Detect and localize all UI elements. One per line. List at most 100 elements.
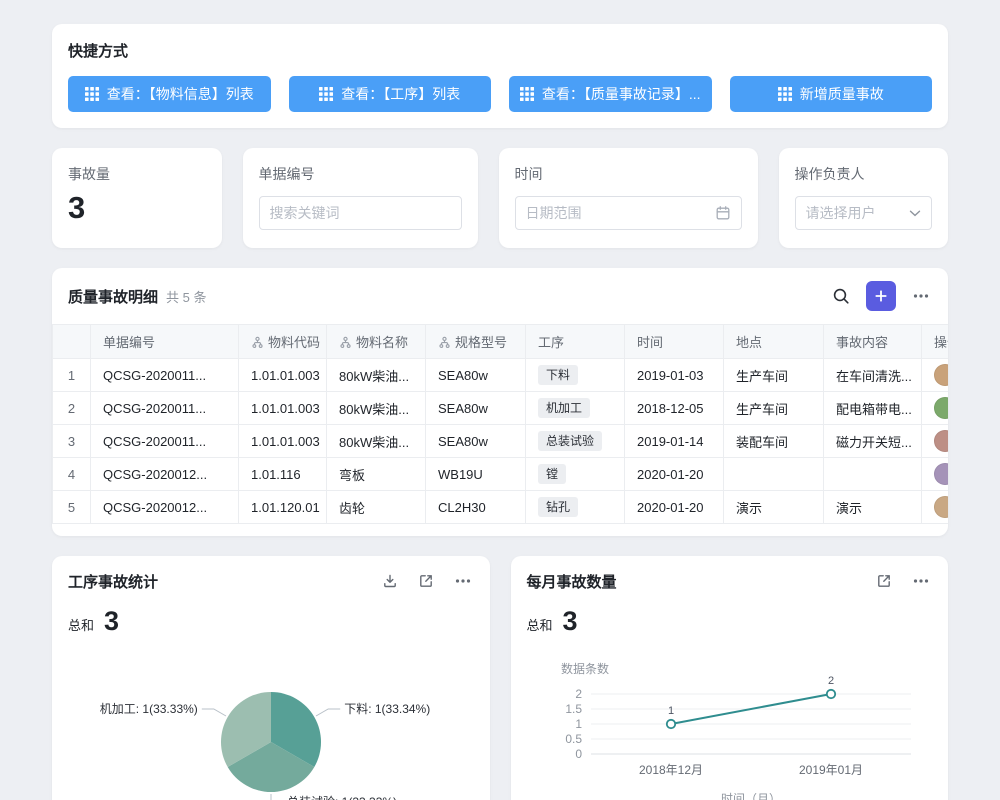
table-row[interactable]: 3QCSG-2020011...1.01.01.00380kW柴油...SEA8… xyxy=(53,425,949,458)
export-button[interactable] xyxy=(380,571,400,591)
data-point[interactable] xyxy=(826,690,834,698)
line-more-button[interactable] xyxy=(910,570,932,592)
process-cell: 镗 xyxy=(526,458,625,491)
series-name-label: 数据条数 xyxy=(561,661,609,676)
y-tick-label: 2 xyxy=(575,687,582,701)
doc-no-cell: QCSG-2020011... xyxy=(91,425,239,458)
process-tag: 总装试验 xyxy=(538,431,602,451)
avatar xyxy=(934,364,948,386)
row-index-cell: 1 xyxy=(53,359,91,392)
table-row[interactable]: 4QCSG-2020012...1.01.116弯板WB19U镗2020-01-… xyxy=(53,458,949,491)
row-index-cell: 4 xyxy=(53,458,91,491)
avatar xyxy=(934,463,948,485)
pie-label: 总装试验: 1(33.33%) xyxy=(287,794,397,800)
table-row[interactable]: 5QCSG-2020012...1.01.120.01齿轮CL2H30钻孔202… xyxy=(53,491,949,524)
shortcut-button-label: 新增质量事故 xyxy=(800,84,884,104)
data-point[interactable] xyxy=(666,720,674,728)
data-point-value: 2 xyxy=(827,675,833,687)
open-fullscreen-button[interactable] xyxy=(874,571,894,591)
search-button[interactable] xyxy=(830,285,852,307)
material-code-cell: 1.01.120.01 xyxy=(239,491,327,524)
shortcut-buttons: 查看：【物料信息】列表 查看：【工序】列表查看：【质量事故记录】... 新增质量事故 xyxy=(68,76,932,112)
line-card-title: 每月事故数量 xyxy=(527,571,617,592)
time-label: 时间 xyxy=(515,164,742,184)
search-icon xyxy=(832,287,850,305)
doc-no-cell: QCSG-2020011... xyxy=(91,392,239,425)
calendar-icon xyxy=(715,205,731,221)
table-more-button[interactable] xyxy=(910,285,932,307)
column-header-4: 规格型号 xyxy=(426,325,526,359)
pie-card-actions xyxy=(380,570,474,592)
process-cell: 钻孔 xyxy=(526,491,625,524)
doc-no-search-field[interactable] xyxy=(259,196,462,230)
doc-no-search-input[interactable] xyxy=(270,205,451,221)
more-dots-icon xyxy=(912,572,930,590)
date-range-field[interactable] xyxy=(515,196,742,230)
data-point-value: 1 xyxy=(667,705,673,717)
table-header-bar: 质量事故明细 共 5 条 xyxy=(52,268,948,324)
shortcut-button-3[interactable]: 新增质量事故 xyxy=(730,76,933,112)
date-range-input[interactable] xyxy=(526,205,707,221)
column-header-label: 工序 xyxy=(538,335,564,350)
date-cell: 2018-12-05 xyxy=(625,392,724,425)
table-actions xyxy=(830,281,932,311)
column-header-label: 物料名称 xyxy=(356,335,408,350)
operator-cell xyxy=(922,491,949,524)
accident-count-card: 事故量 3 xyxy=(52,148,222,248)
process-cell: 机加工 xyxy=(526,392,625,425)
spec-cell: SEA80w xyxy=(426,359,526,392)
add-record-button[interactable] xyxy=(866,281,896,311)
line-card-header: 每月事故数量 xyxy=(527,570,933,592)
shortcut-button-2[interactable]: 查看：【质量事故记录】... xyxy=(509,76,712,112)
pie-card-header: 工序事故统计 xyxy=(68,570,474,592)
date-cell: 2020-01-20 xyxy=(625,491,724,524)
column-header-5: 工序 xyxy=(526,325,625,359)
material-name-cell: 80kW柴油... xyxy=(327,359,426,392)
pie-label: 下料: 1(33.34%) xyxy=(344,702,430,716)
grid-icon xyxy=(520,87,534,101)
column-header-label: 物料代码 xyxy=(268,335,320,350)
place-cell: 装配车间 xyxy=(724,425,824,458)
pie-total-value: 3 xyxy=(104,608,119,635)
shortcut-button-label: 查看：【物料信息】列表 xyxy=(107,84,254,104)
column-header-8: 事故内容 xyxy=(824,325,922,359)
line-total-value: 3 xyxy=(563,608,578,635)
process-cell: 下料 xyxy=(526,359,625,392)
y-tick-label: 0.5 xyxy=(565,732,582,746)
operator-cell xyxy=(922,458,949,491)
operator-select[interactable]: 请选择用户 xyxy=(795,196,933,230)
shortcuts-title: 快捷方式 xyxy=(68,40,932,61)
place-cell: 生产车间 xyxy=(724,392,824,425)
row-index-cell: 2 xyxy=(53,392,91,425)
material-name-cell: 80kW柴油... xyxy=(327,425,426,458)
table-scroll-area[interactable]: 单据编号物料代码物料名称规格型号工序时间地点事故内容操作负责人 1QCSG-20… xyxy=(52,324,948,524)
material-name-cell: 弯板 xyxy=(327,458,426,491)
shortcut-button-0[interactable]: 查看：【物料信息】列表 xyxy=(68,76,271,112)
y-tick-label: 1 xyxy=(575,717,582,731)
pie-leader-line xyxy=(316,709,340,716)
column-header-7: 地点 xyxy=(724,325,824,359)
more-dots-icon xyxy=(454,572,472,590)
material-name-cell: 80kW柴油... xyxy=(327,392,426,425)
spec-cell: SEA80w xyxy=(426,392,526,425)
date-cell: 2019-01-03 xyxy=(625,359,724,392)
open-fullscreen-button[interactable] xyxy=(416,571,436,591)
shortcut-button-1[interactable]: 查看：【工序】列表 xyxy=(289,76,492,112)
table-count: 共 5 条 xyxy=(166,287,206,306)
process-cell: 总装试验 xyxy=(526,425,625,458)
operator-cell xyxy=(922,392,949,425)
pie-total-row: 总和 3 xyxy=(68,608,474,635)
pie-more-button[interactable] xyxy=(452,570,474,592)
row-index-cell: 3 xyxy=(53,425,91,458)
monthly-line-card: 每月事故数量 总和 3 数 xyxy=(511,556,949,800)
process-pie-card: 工序事故统计 xyxy=(52,556,490,800)
operator-cell xyxy=(922,359,949,392)
y-tick-label: 0 xyxy=(575,747,582,761)
linked-field-icon xyxy=(251,336,264,349)
column-header-label: 单据编号 xyxy=(103,335,155,350)
doc-no-cell: QCSG-2020012... xyxy=(91,458,239,491)
table-row[interactable]: 2QCSG-2020011...1.01.01.00380kW柴油...SEA8… xyxy=(53,392,949,425)
material-code-cell: 1.01.01.003 xyxy=(239,425,327,458)
pie-chart: 下料: 1(33.34%)总装试验: 1(33.33%)机加工: 1(33.33… xyxy=(68,645,474,800)
table-row[interactable]: 1QCSG-2020011...1.01.01.00380kW柴油...SEA8… xyxy=(53,359,949,392)
